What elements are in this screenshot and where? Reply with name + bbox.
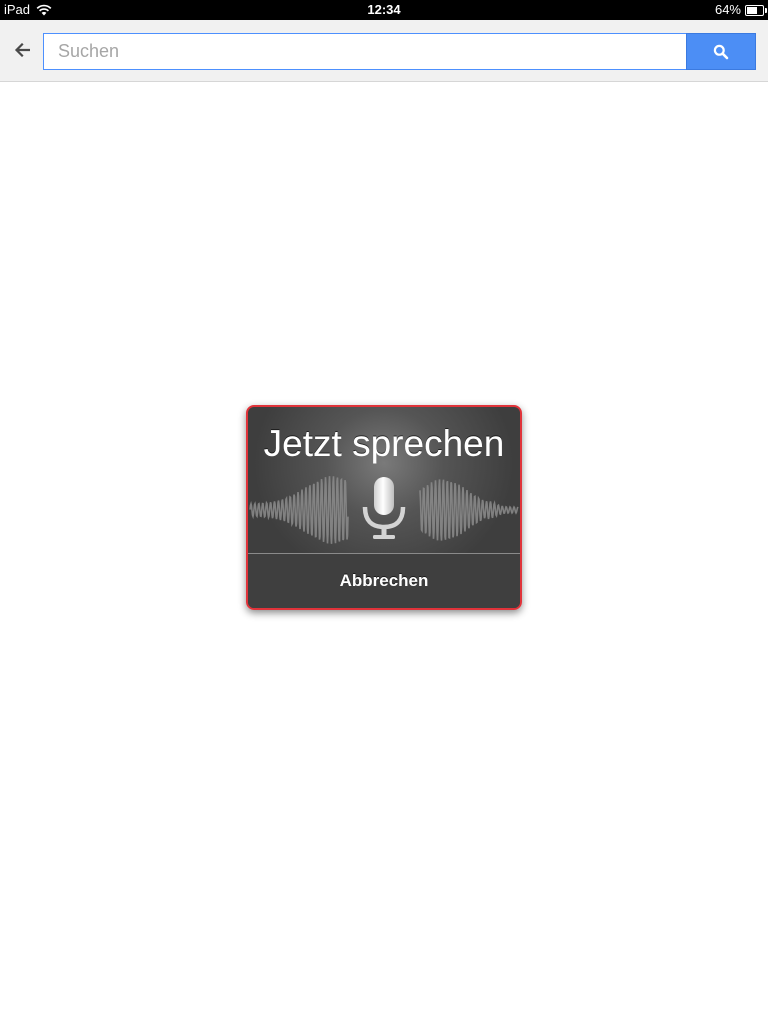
- status-bar: iPad 12:34 64%: [0, 0, 768, 20]
- dialog-title: Jetzt sprechen: [263, 423, 505, 464]
- search-box: [43, 33, 756, 70]
- microphone-icon: [362, 477, 406, 539]
- battery-icon: [745, 4, 767, 16]
- search-button[interactable]: [686, 33, 756, 70]
- search-input[interactable]: [43, 33, 687, 70]
- search-toolbar: [0, 20, 768, 82]
- status-time: 12:34: [367, 2, 401, 17]
- battery-percentage: 64%: [714, 2, 741, 17]
- voice-search-dialog: Jetzt sprechen Abbrechen: [246, 405, 522, 610]
- back-arrow-icon: [14, 43, 30, 57]
- back-button[interactable]: [8, 36, 36, 64]
- status-right: 64%: [714, 2, 767, 18]
- search-icon: [713, 44, 729, 59]
- cancel-button[interactable]: Abbrechen: [248, 554, 520, 608]
- battery-fill: [747, 6, 757, 14]
